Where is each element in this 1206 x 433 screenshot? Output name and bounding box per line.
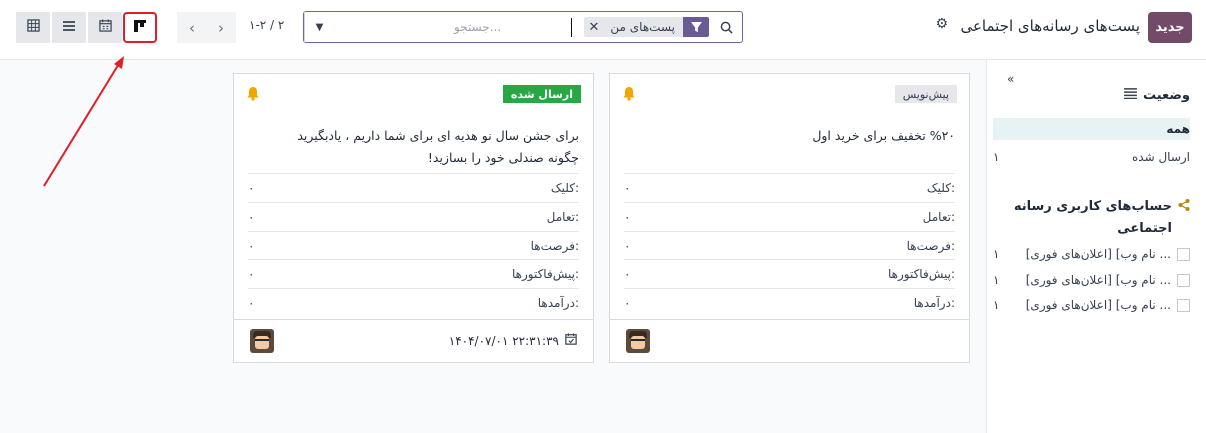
status-badge: ارسال شده bbox=[502, 85, 581, 103]
status-title: وضعیت bbox=[1142, 88, 1190, 103]
collapse-panel-icon[interactable]: « bbox=[1007, 72, 1014, 86]
stat-label: فرصت‌ها: bbox=[530, 238, 579, 253]
stat-value: ۰ bbox=[624, 238, 631, 253]
stat-label: کلیک: bbox=[926, 180, 955, 195]
account-checkbox[interactable] bbox=[1177, 298, 1190, 312]
stat-value: ۰ bbox=[248, 295, 255, 310]
account-label: [اعلان‌های فوری] [نام وب ... bbox=[1025, 298, 1171, 312]
stat-label: فرصت‌ها: bbox=[906, 238, 955, 253]
stat-row-quotations: ۰ پیش‌فاکتورها: bbox=[248, 259, 579, 287]
stat-row-revenue: ۰ درآمدها: bbox=[624, 288, 955, 316]
calendar-check-icon bbox=[565, 333, 577, 348]
status-label: ارسال شده bbox=[1131, 150, 1190, 164]
account-label: [اعلان‌های فوری] [نام وب ... bbox=[1025, 247, 1171, 261]
post-message-line: چگونه صندلی خود را بسازید! bbox=[427, 150, 579, 165]
stat-label: پیش‌فاکتورها: bbox=[511, 266, 579, 281]
stat-label: تعامل: bbox=[922, 209, 955, 224]
stat-value: ۰ bbox=[624, 295, 631, 310]
status-label: همه bbox=[1166, 122, 1190, 136]
post-message: برای جشن سال نو هدیه ای برای شما داریم ،… bbox=[297, 125, 579, 169]
account-filter-item[interactable]: ۱ [اعلان‌های فوری] [نام وب ... bbox=[993, 298, 1190, 312]
stat-value: ۰ bbox=[624, 180, 631, 195]
stat-row-quotations: ۰ پیش‌فاکتورها: bbox=[624, 259, 955, 287]
stat-row-leads: ۰ فرصت‌ها: bbox=[248, 231, 579, 259]
account-count: ۱ bbox=[993, 298, 1000, 312]
status-filter-sent[interactable]: ۱ ارسال شده bbox=[993, 146, 1190, 168]
card-footer bbox=[610, 319, 969, 362]
account-count: ۱ bbox=[993, 247, 1000, 261]
stat-row-clicks: ۰ کلیک: bbox=[248, 173, 579, 201]
status-section-title: وضعیت bbox=[1124, 88, 1190, 103]
post-message: %۲۰ تخفیف برای خرید اول bbox=[812, 128, 955, 143]
account-label: [اعلان‌های فوری] [نام وب ... bbox=[1025, 273, 1171, 287]
scheduled-date: ۱۴۰۴/۰۷/۰۱ ۲۲:۳۱:۳۹ bbox=[449, 333, 577, 348]
accounts-section-title: حساب‌های کاربری رسانه اجتماعی bbox=[1000, 196, 1190, 240]
status-count: ۱ bbox=[993, 150, 1000, 164]
post-card-draft[interactable]: پیش‌نویس %۲۰ تخفیف برای خرید اول ۰ کلیک: … bbox=[609, 73, 970, 363]
stat-value: ۰ bbox=[248, 266, 255, 281]
stat-value: ۰ bbox=[248, 209, 255, 224]
stat-row-revenue: ۰ درآمدها: bbox=[248, 288, 579, 316]
stat-label: درآمدها: bbox=[913, 295, 955, 310]
stat-value: ۰ bbox=[624, 266, 631, 281]
account-filter-item[interactable]: ۱ [اعلان‌های فوری] [نام وب ... bbox=[993, 273, 1190, 287]
account-checkbox[interactable] bbox=[1177, 273, 1190, 287]
stat-row-clicks: ۰ کلیک: bbox=[624, 173, 955, 201]
account-count: ۱ bbox=[993, 273, 1000, 287]
date-value: ۱۴۰۴/۰۷/۰۱ ۲۲:۳۱:۳۹ bbox=[448, 333, 559, 348]
status-section-icon bbox=[1124, 88, 1137, 103]
avatar[interactable] bbox=[626, 329, 650, 353]
stat-label: پیش‌فاکتورها: bbox=[887, 266, 955, 281]
avatar[interactable] bbox=[250, 329, 274, 353]
stat-value: ۰ bbox=[624, 209, 631, 224]
account-checkbox[interactable] bbox=[1177, 247, 1190, 261]
stat-row-leads: ۰ فرصت‌ها: bbox=[624, 231, 955, 259]
post-card-sent[interactable]: ارسال شده برای جشن سال نو هدیه ای برای ش… bbox=[233, 73, 594, 363]
stat-value: ۰ bbox=[248, 180, 255, 195]
stat-value: ۰ bbox=[248, 238, 255, 253]
status-filter-all[interactable]: همه bbox=[993, 118, 1190, 140]
accounts-title: حساب‌های کاربری رسانه اجتماعی bbox=[1013, 199, 1172, 236]
bell-icon[interactable] bbox=[622, 86, 636, 105]
stat-row-engagement: ۰ تعامل: bbox=[248, 202, 579, 230]
card-footer: ۱۴۰۴/۰۷/۰۱ ۲۲:۳۱:۳۹ bbox=[234, 319, 593, 362]
bell-icon[interactable] bbox=[246, 86, 260, 105]
stat-row-engagement: ۰ تعامل: bbox=[624, 202, 955, 230]
stat-label: درآمدها: bbox=[537, 295, 579, 310]
stat-label: کلیک: bbox=[550, 180, 579, 195]
post-message-line: برای جشن سال نو هدیه ای برای شما داریم ،… bbox=[297, 128, 579, 143]
stat-label: تعامل: bbox=[546, 209, 579, 224]
account-filter-item[interactable]: ۱ [اعلان‌های فوری] [نام وب ... bbox=[993, 247, 1190, 261]
status-badge: پیش‌نویس bbox=[894, 85, 957, 103]
search-panel: « وضعیت همه ۱ ارسال شده حساب‌های کاربری … bbox=[986, 60, 1206, 433]
share-icon bbox=[1178, 199, 1190, 215]
